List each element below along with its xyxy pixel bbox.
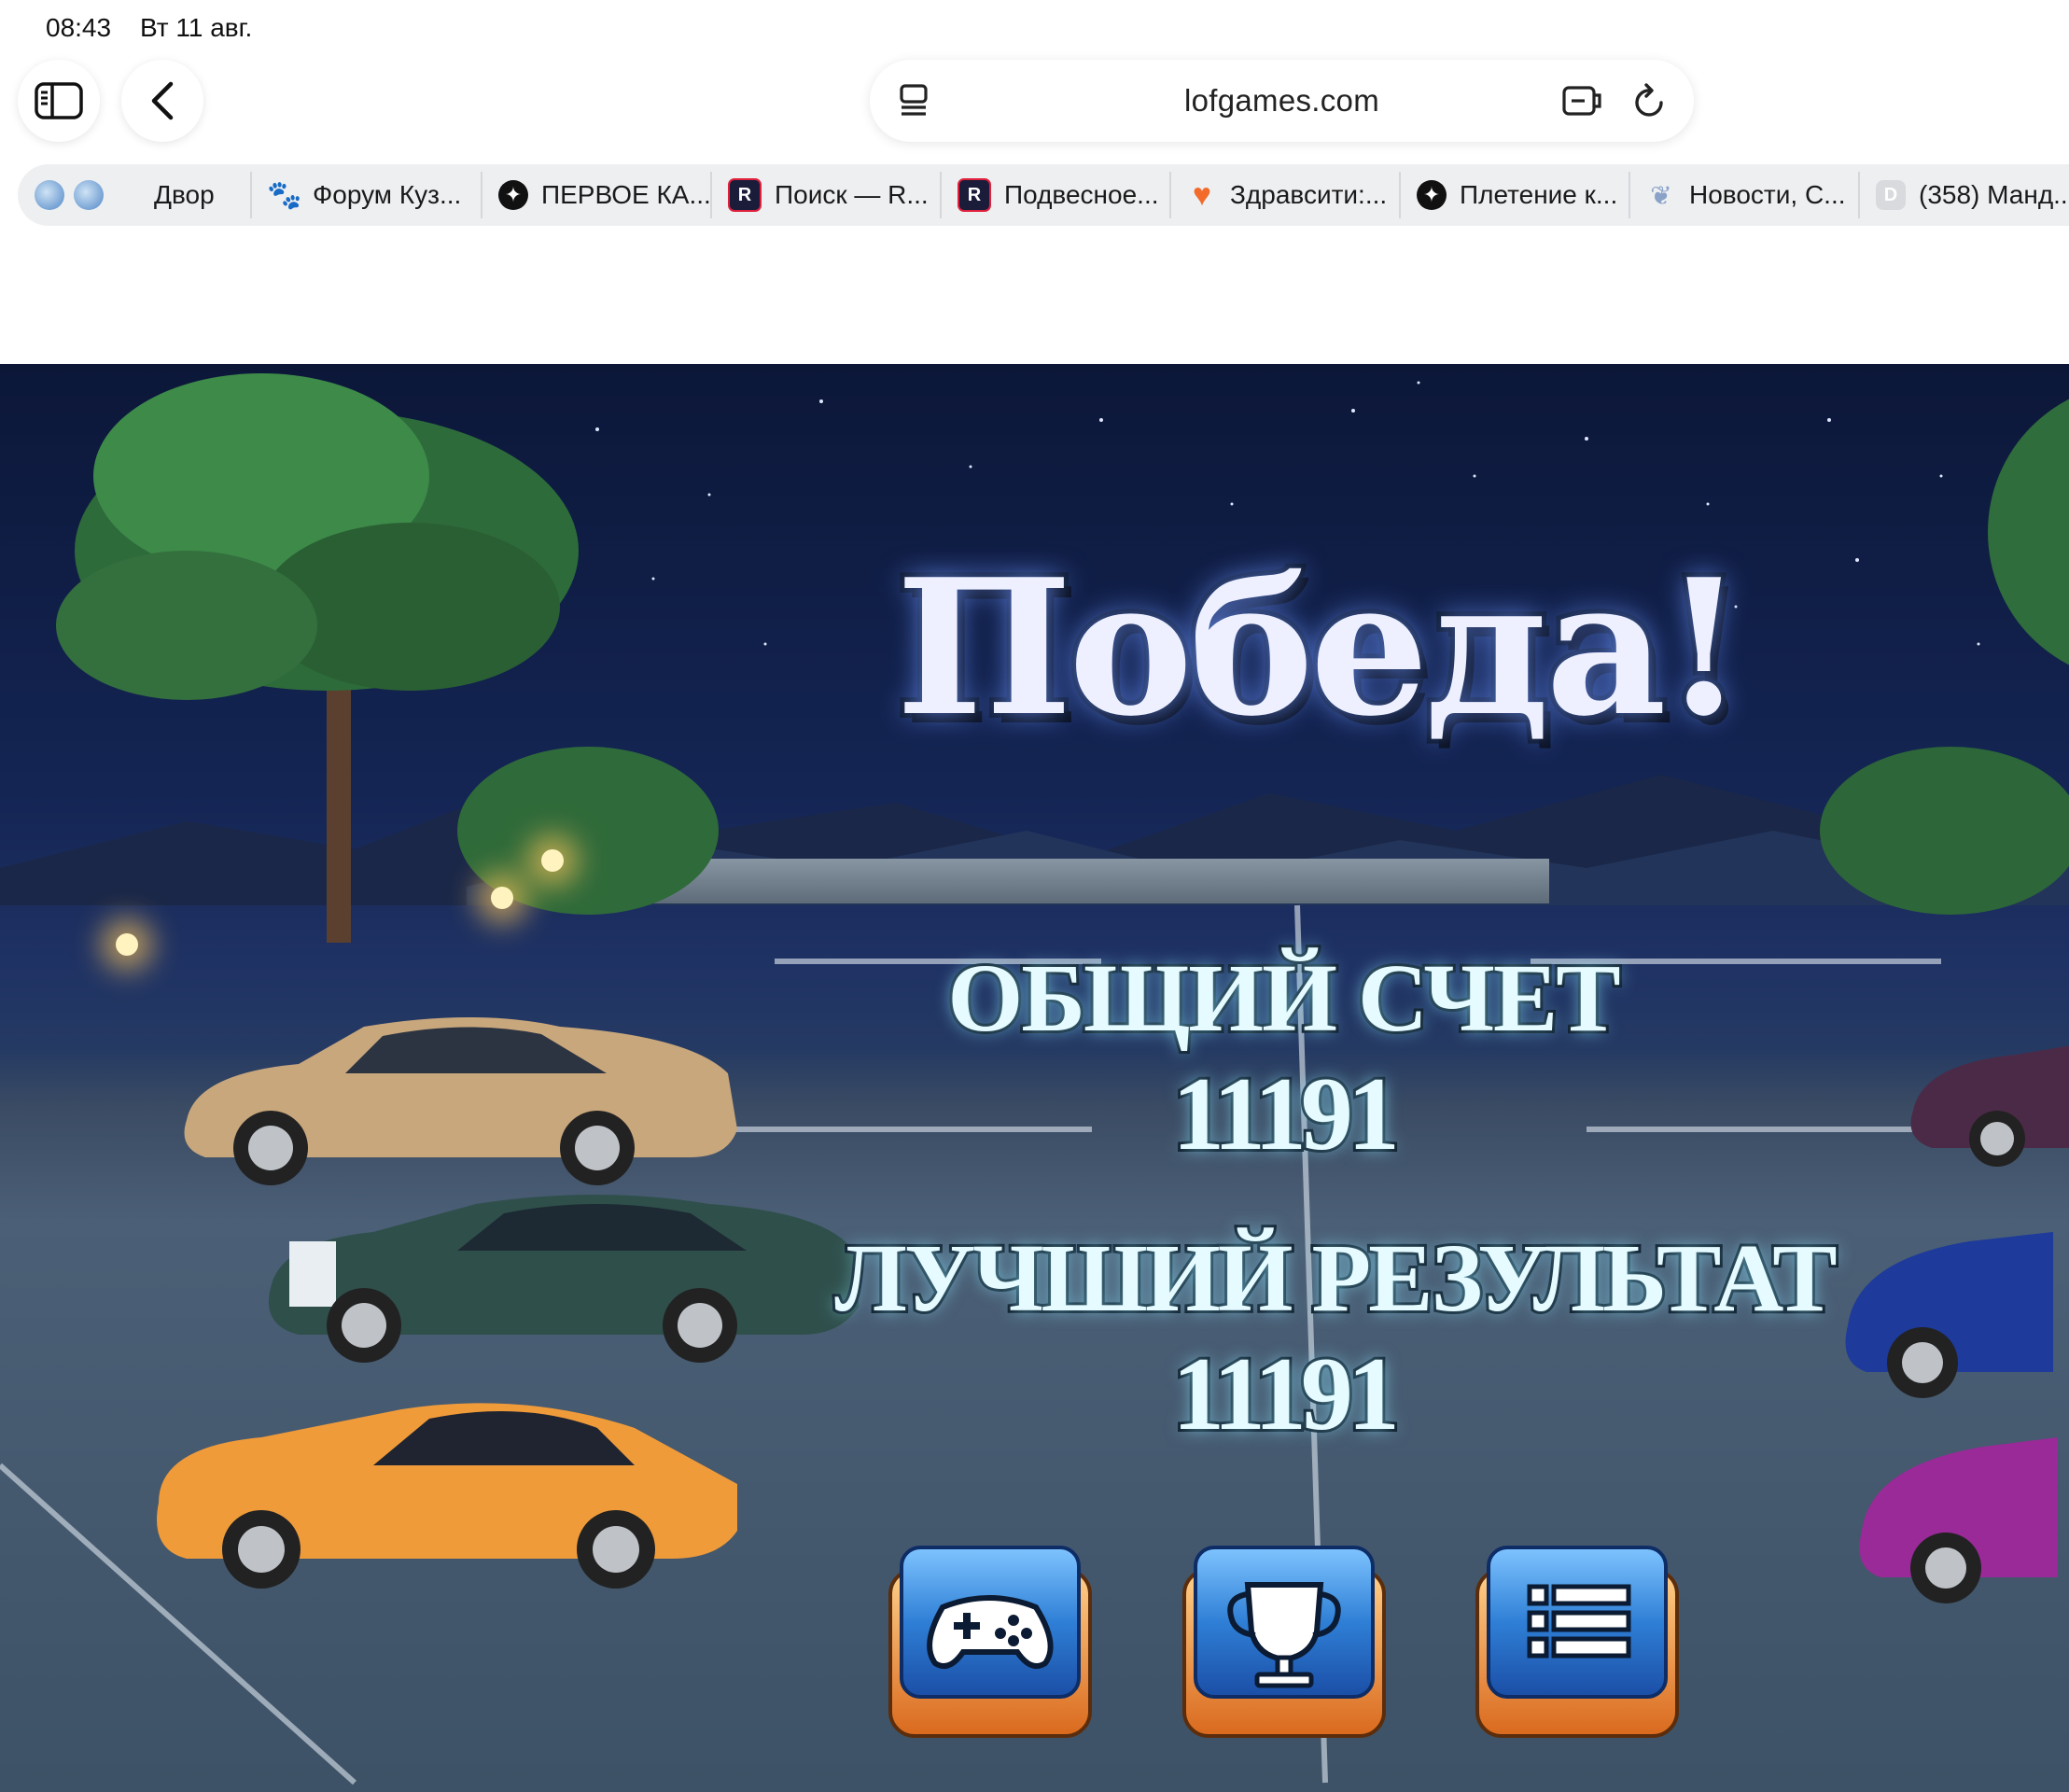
back-button[interactable] xyxy=(121,60,203,142)
r-icon: R xyxy=(728,178,762,212)
bookmark-label: Поиск — R... xyxy=(775,180,929,209)
bookmark-podvesnoe[interactable]: R Подвесное... xyxy=(958,164,1159,226)
bookmark-label: Двор xyxy=(154,180,215,209)
paw-icon: 🐾 xyxy=(267,179,302,211)
bookmark-zdravsiti[interactable]: ♥ Здравсити:... xyxy=(1187,164,1387,226)
bookmark-label: Подвесное... xyxy=(1004,180,1159,209)
play-again-button[interactable] xyxy=(887,1542,1094,1740)
list-icon xyxy=(1527,1584,1631,1659)
bookmark-label: Форум Куз... xyxy=(313,180,462,209)
menu-button[interactable] xyxy=(1474,1542,1681,1740)
bookmark-novosti[interactable]: ❦ Новости, С... xyxy=(1646,164,1846,226)
heart-icon: ♥ xyxy=(1192,176,1212,213)
bookmark-forum[interactable]: 🐾 Форум Куз... xyxy=(267,164,462,226)
bush-left xyxy=(457,747,719,915)
car-orange xyxy=(157,1403,737,1589)
game-canvas[interactable]: Победа! ОБЩИЙ СЧЕТ 11191 ЛУЧШИЙ РЕЗУЛЬТА… xyxy=(0,364,2069,1792)
car-magenta xyxy=(1859,1437,2058,1603)
back-chevron-icon xyxy=(151,81,174,120)
bookmark-label: (358) Манд... xyxy=(1919,180,2069,209)
bookmark-mand[interactable]: D (358) Манд... xyxy=(1876,164,2069,226)
bookmark-poisk[interactable]: R Поиск — R... xyxy=(728,164,929,226)
car-gold xyxy=(184,1017,737,1185)
status-time: 08:43 xyxy=(46,13,112,42)
bookmark-pletenie[interactable]: ✦ Плетение к... xyxy=(1417,164,1617,226)
star-icon: ✦ xyxy=(498,180,528,210)
sidebar-toggle-button[interactable] xyxy=(18,60,100,142)
best-result-label: ЛУЧШИЙ РЕЗУЛЬТАТ xyxy=(832,1222,1839,1335)
reload-icon[interactable] xyxy=(1633,82,1667,119)
lamp-light xyxy=(116,933,138,956)
car-purple xyxy=(1910,1045,2069,1167)
bookmark-label: Плетение к... xyxy=(1460,180,1618,209)
bookmark-label: Здравсити:... xyxy=(1230,180,1388,209)
address-bar[interactable]: lofgames.com xyxy=(870,60,1694,142)
extension-icon[interactable] xyxy=(1562,84,1603,118)
lamp-light xyxy=(491,887,513,909)
victory-title: Победа! xyxy=(891,539,1750,758)
sidebar-icon xyxy=(35,82,83,119)
globe-icon xyxy=(35,180,64,210)
bookmark-pervoe[interactable]: ✦ ПЕРВОЕ КА... xyxy=(498,164,711,226)
star-icon: ✦ xyxy=(1417,180,1447,210)
best-result-value: 11191 xyxy=(1169,1334,1403,1455)
status-date: Вт 11 авг. xyxy=(140,13,253,42)
total-score-label: ОБЩИЙ СЧЕТ xyxy=(944,942,1623,1055)
lamp-light xyxy=(541,849,564,872)
total-score-value: 11191 xyxy=(1169,1054,1403,1175)
car-green xyxy=(269,1195,859,1363)
bookmark-label: ПЕРВОЕ КА... xyxy=(541,180,711,209)
globe-icon xyxy=(74,180,104,210)
d-icon: D xyxy=(1876,180,1906,210)
bookmarks-bar: Двор 🐾 Форум Куз... ✦ ПЕРВОЕ КА... R Пои… xyxy=(18,164,2069,226)
feather-icon: ❦ xyxy=(1650,180,1672,210)
tree-right xyxy=(1988,399,2069,665)
leaderboard-button[interactable] xyxy=(1181,1542,1388,1740)
status-bar: 08:43 Вт 11 авг. xyxy=(0,0,2069,58)
bush-right xyxy=(1820,747,2069,915)
car-blue xyxy=(1845,1232,2053,1398)
bookmark-dvor[interactable]: Двор xyxy=(74,164,215,226)
r-icon: R xyxy=(958,178,991,212)
bookmark-label: Новости, С... xyxy=(1689,180,1846,209)
